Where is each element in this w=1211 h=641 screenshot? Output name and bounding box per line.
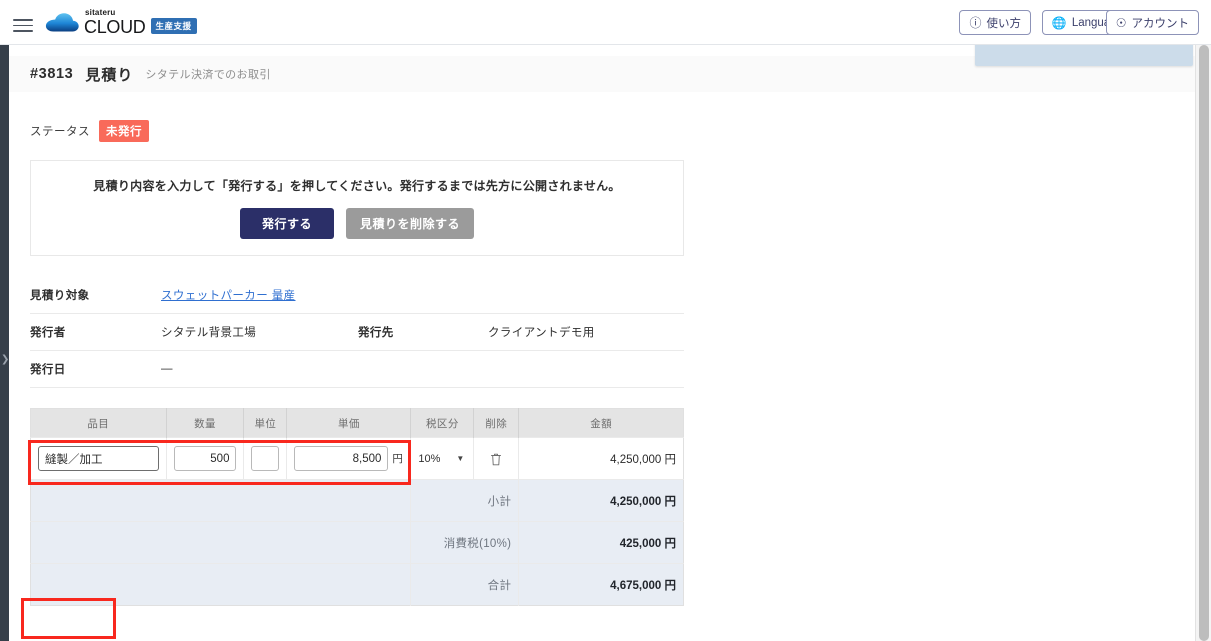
app-header: sitateru CLOUD 生産支援 ⓘ 使い方 🌐 Language ☉ ア… [0,0,1211,45]
summary-value-subtotal: 4,250,000 円 [518,479,684,522]
user-circle-icon: ☉ [1115,15,1127,30]
question-circle-icon: ⓘ [969,15,982,30]
summary-row-subtotal: 小計 4,250,000 円 [30,479,684,522]
summary-label-subtotal: 小計 [410,479,520,522]
status-row: ステータス 未発行 [30,120,149,142]
item-name-input[interactable] [38,446,159,471]
brand-logo[interactable]: sitateru CLOUD 生産支援 [45,7,197,37]
brand-text: sitateru CLOUD [84,7,146,37]
page-scrollbar[interactable] [1195,45,1211,641]
quantity-input[interactable] [173,446,237,471]
trash-icon[interactable] [490,452,502,466]
quote-target-link[interactable]: スウェットパーカー 量産 [161,290,296,302]
line-items-table: 品目 数量 単位 単価 税区分 削除 金額 縫製／加工 500 8,500 円 … [30,408,684,606]
hamburger-icon[interactable] [10,10,36,36]
summary-spacer-subtotal [30,479,412,522]
collapsed-sidebar-rail: ❯ [0,40,9,641]
column-header-unit: 単位 [243,408,288,438]
summary-row-total: 合計 4,675,000 円 [30,563,684,606]
chevron-down-icon: ▼ [456,454,465,463]
notice-card: 見積り内容を入力して「発行する」を押してください。発行するまでは先方に公開されま… [30,160,684,256]
tax-class-select[interactable]: 10% ▼ [418,453,466,465]
cell-item-name [30,437,167,480]
page-body: #3813 見積り シタテル決済でのお取引 ステータス 未発行 見積り内容を入力… [9,45,1202,641]
info-key-target: 見積り対象 [30,290,90,302]
summary-label-tax: 消費税(10%) [410,521,520,564]
column-header-tax: 税区分 [410,408,475,438]
unit-price-currency-suffix: 円 [392,453,403,465]
info-key-issuer: 発行者 [30,327,66,339]
cell-tax-class: 10% ▼ [410,437,475,480]
cell-amount: 4,250,000 円 [518,437,684,480]
column-header-quantity: 数量 [166,408,245,438]
info-value-issuer: シタテル背景工場 [161,327,257,339]
info-value-issue-date: — [161,363,173,375]
info-row-issue-date: 発行日 — [30,351,684,388]
table-row: 円 10% ▼ 4,250,000 円 [30,437,684,480]
column-header-amount: 金額 [518,408,684,438]
info-row-issuer: 発行者 シタテル背景工場 発行先 クライアントデモ用 [30,314,684,351]
brand-subtitle: sitateru [85,7,116,17]
chevron-right-icon[interactable]: ❯ [1,350,9,370]
page-title: 見積り [85,66,134,84]
brand-badge: 生産支援 [150,18,197,34]
status-label: ステータス [30,126,90,138]
notice-text: 見積り内容を入力して「発行する」を押してください。発行するまでは先方に公開されま… [93,179,621,193]
info-value-recipient: クライアントデモ用 [488,327,595,339]
status-badge: 未発行 [99,120,149,142]
cell-unit [243,437,288,480]
account-button-label: アカウント [1131,17,1190,30]
cell-delete [473,437,520,480]
summary-row-tax: 消費税(10%) 425,000 円 [30,521,684,564]
globe-icon: 🌐 [1051,15,1067,30]
howto-button-label: 使い方 [986,17,1022,30]
column-header-item: 品目 [30,408,167,438]
brand-title: CLOUD [84,16,146,37]
summary-spacer-tax [30,521,412,564]
column-header-delete: 削除 [473,408,520,438]
page-scrollbar-thumb[interactable] [1199,45,1209,641]
unit-price-wrapper: 円 [294,446,403,471]
delete-quote-button[interactable]: 見積りを削除する [346,208,475,239]
unit-input[interactable] [251,446,280,471]
tax-class-value: 10% [418,452,441,465]
unit-price-input[interactable] [294,446,389,471]
summary-value-total: 4,675,000 円 [518,563,684,606]
cell-quantity [166,437,245,480]
notice-actions: 発行する 見積りを削除する [239,208,475,239]
howto-button[interactable]: ⓘ 使い方 [959,10,1031,35]
info-row-target: 見積り対象 スウェットパーカー 量産 [30,277,684,314]
account-button[interactable]: ☉ アカウント [1105,10,1199,35]
column-header-price: 単価 [286,408,412,438]
cloud-logo-icon [45,13,79,32]
page-subtitle: シタテル決済でのお取引 [145,69,271,81]
summary-label-total: 合計 [410,563,520,606]
summary-spacer-total [30,563,412,606]
document-number: #3813 [30,66,74,82]
publish-button[interactable]: 発行する [239,208,334,239]
cell-unit-price: 円 [286,437,412,480]
summary-value-tax: 425,000 円 [518,521,684,564]
quote-info-table: 見積り対象 スウェットパーカー 量産 発行者 シタテル背景工場 発行先 クライア… [30,277,684,388]
info-key-issue-date: 発行日 [30,364,66,376]
table-header-row: 品目 数量 単位 単価 税区分 削除 金額 [30,408,684,438]
info-key-recipient: 発行先 [358,327,394,339]
